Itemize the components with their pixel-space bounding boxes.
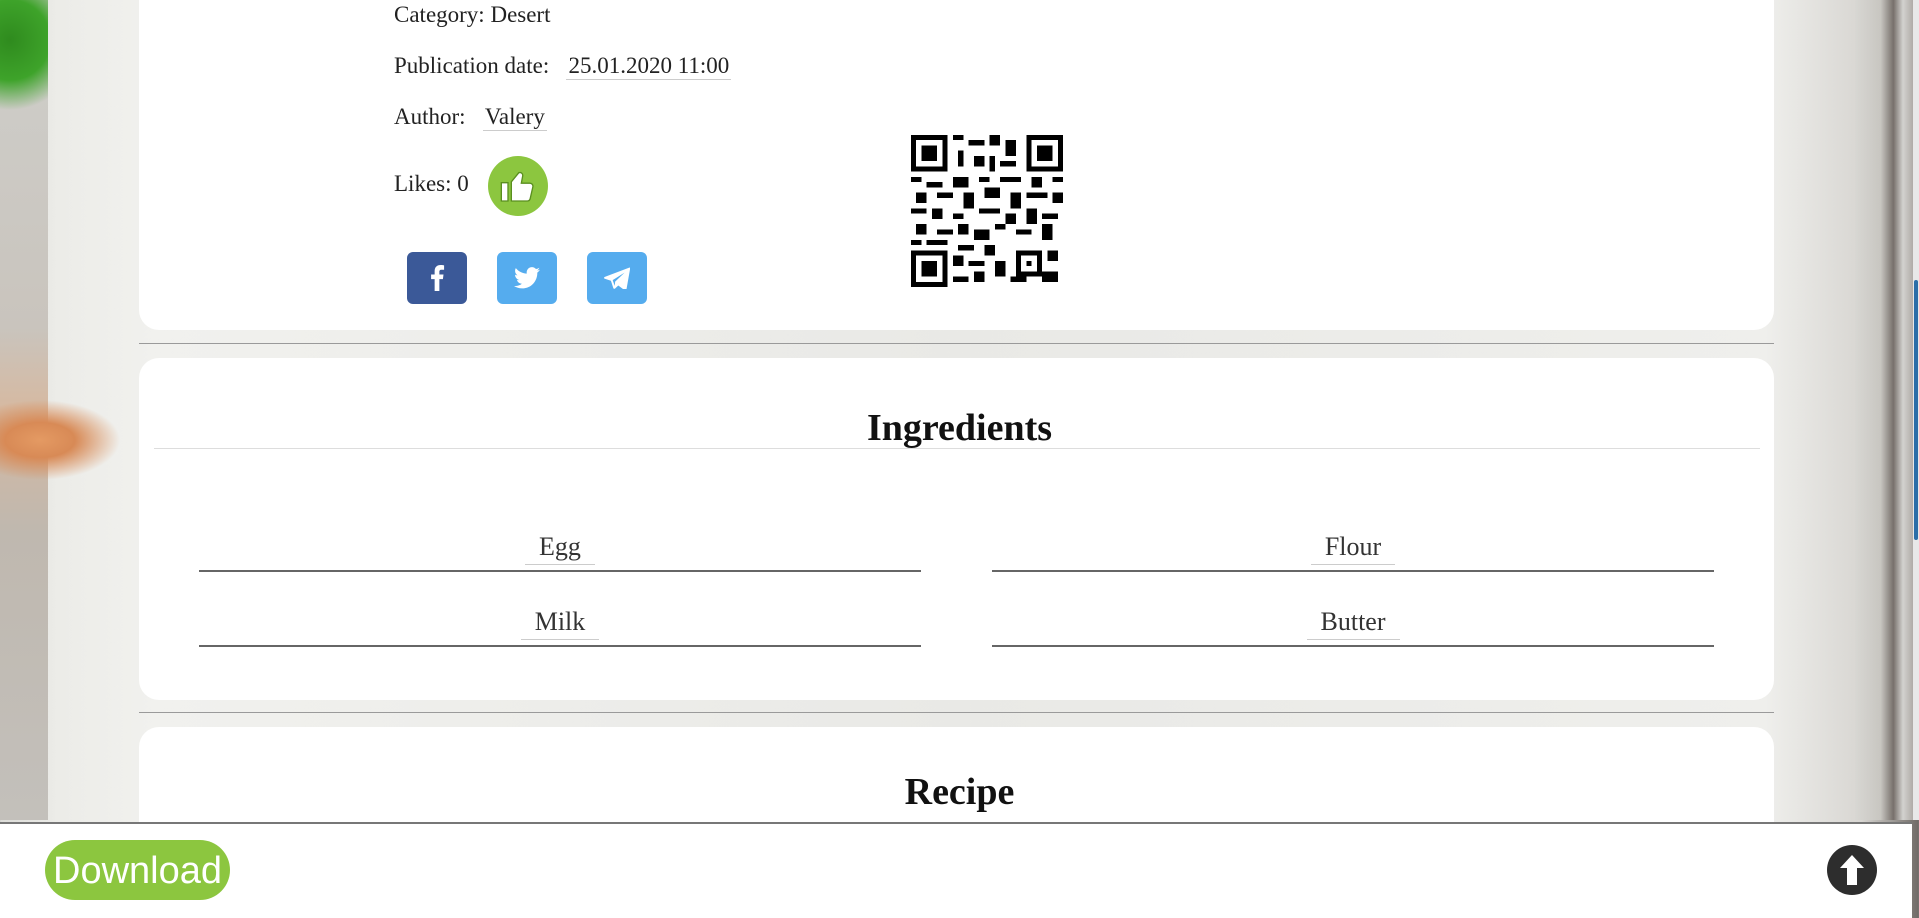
ingredient-name: Milk xyxy=(520,605,600,640)
publication-date-value: 25.01.2020 11:00 xyxy=(566,53,732,80)
facebook-icon xyxy=(431,265,445,291)
thumbs-up-icon xyxy=(500,171,534,202)
download-button[interactable]: Download xyxy=(45,840,230,900)
telegram-share-button[interactable] xyxy=(587,252,647,304)
category-value: Desert xyxy=(490,2,551,27)
twitter-icon xyxy=(514,267,540,289)
arrow-up-icon xyxy=(1827,845,1877,895)
section-divider xyxy=(139,343,1774,344)
ingredient-item: Flour xyxy=(992,530,1714,572)
twitter-share-button[interactable] xyxy=(497,252,557,304)
like-button[interactable] xyxy=(488,156,548,216)
author-row: Author: Valery xyxy=(394,104,547,131)
ingredient-name: Flour xyxy=(1310,530,1396,565)
author-label: Author: xyxy=(394,104,466,129)
ingredients-title-rule xyxy=(154,448,1760,449)
ingredient-name: Egg xyxy=(525,530,595,565)
publication-date-row: Publication date: 25.01.2020 11:00 xyxy=(394,53,732,80)
author-link[interactable]: Valery xyxy=(482,104,547,131)
ingredients-title: Ingredients xyxy=(866,407,1053,449)
section-divider xyxy=(139,712,1774,713)
category-label: Category: xyxy=(394,2,485,27)
background-leaf xyxy=(0,0,48,110)
likes-count: 0 xyxy=(457,171,469,196)
category-row: Category: Desert xyxy=(394,2,550,28)
ingredient-name: Butter xyxy=(1306,605,1400,640)
facebook-share-button[interactable] xyxy=(407,252,467,304)
qr-code xyxy=(911,135,1063,287)
scroll-to-top-button[interactable] xyxy=(1826,844,1878,896)
ingredient-item: Egg xyxy=(199,530,921,572)
ingredient-item: Butter xyxy=(992,605,1714,647)
telegram-icon xyxy=(604,267,630,289)
ingredient-item: Milk xyxy=(199,605,921,647)
likes-label: Likes: xyxy=(394,171,452,196)
recipe-title: Recipe xyxy=(904,771,1015,813)
publication-date-label: Publication date: xyxy=(394,53,550,78)
bottom-bar: Download xyxy=(0,822,1912,918)
likes-row: Likes: 0 xyxy=(394,171,469,197)
